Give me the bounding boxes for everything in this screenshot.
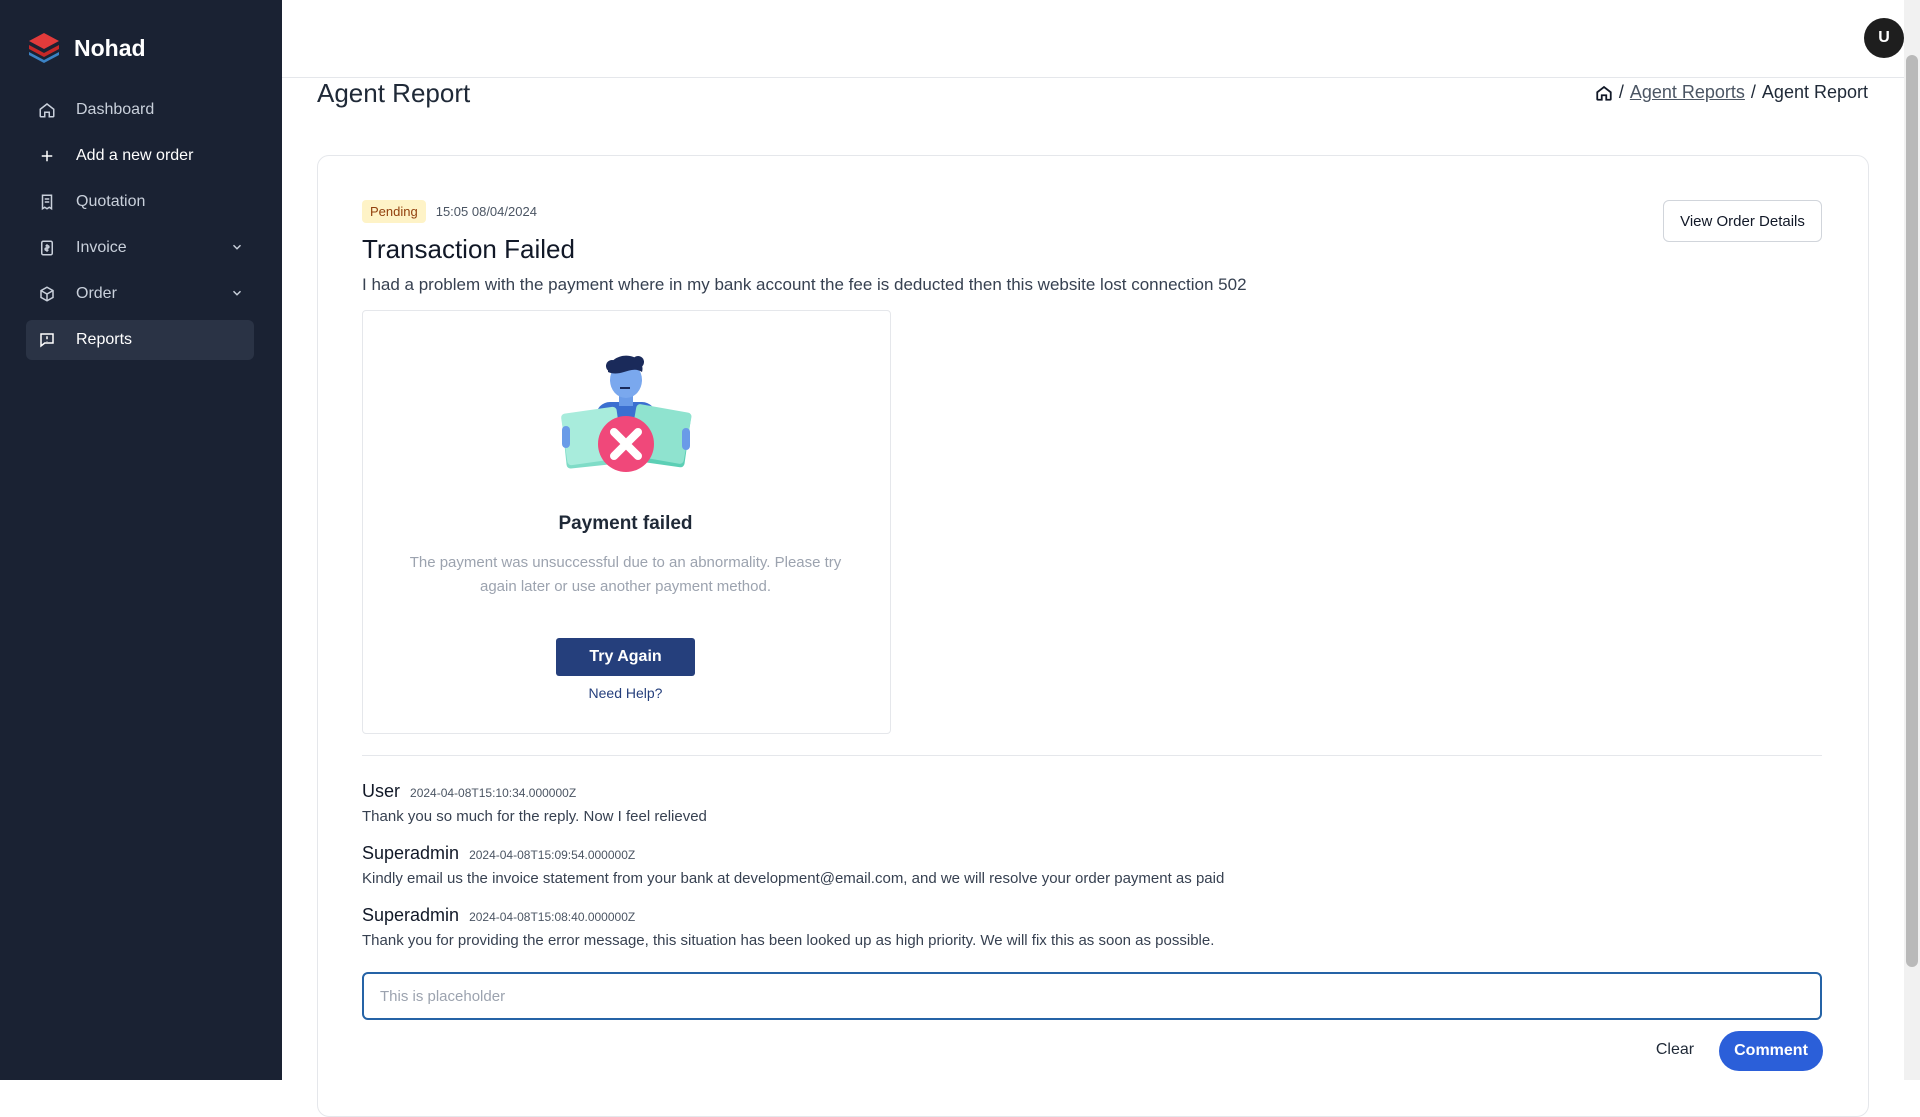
home-icon bbox=[38, 101, 56, 119]
sidebar-item-label: Quotation bbox=[76, 193, 146, 210]
comment-input[interactable] bbox=[362, 972, 1822, 1020]
scrollbar-thumb[interactable] bbox=[1906, 55, 1918, 967]
view-order-details-button[interactable]: View Order Details bbox=[1663, 200, 1822, 242]
breadcrumb-separator: / bbox=[1618, 82, 1624, 102]
payment-failed-title: Payment failed bbox=[558, 513, 693, 534]
comment-submit-button[interactable]: Comment bbox=[1719, 1031, 1823, 1071]
sidebar-item-label: Invoice bbox=[76, 239, 127, 256]
payment-failed-description: The payment was unsuccessful due to an a… bbox=[409, 554, 842, 595]
sidebar: Nohad Dashboard Add a new order Quotatio… bbox=[0, 0, 282, 1080]
sidebar-nav: Dashboard Add a new order Quotation Invo… bbox=[26, 90, 254, 366]
sidebar-item-label: Add a new order bbox=[76, 147, 194, 164]
breadcrumb: / Agent Reports / Agent Report bbox=[1595, 82, 1868, 103]
report-timestamp: 15:05 08/04/2024 bbox=[435, 204, 537, 219]
home-icon[interactable] bbox=[1595, 84, 1613, 102]
plus-icon bbox=[38, 147, 56, 165]
comment-author: User bbox=[362, 781, 401, 801]
sidebar-item-label: Dashboard bbox=[76, 101, 155, 118]
breadcrumb-link-agent-reports[interactable]: Agent Reports bbox=[1630, 82, 1745, 103]
sidebar-item-label: Order bbox=[76, 285, 117, 302]
status-row: Pending 15:05 08/04/2024 bbox=[362, 200, 537, 223]
comment-timestamp: 2024-04-08T15:08:40.000000Z bbox=[469, 910, 636, 924]
avatar[interactable]: U bbox=[1864, 18, 1904, 58]
breadcrumb-separator: / bbox=[1750, 82, 1756, 102]
brand-name: Nohad bbox=[74, 34, 146, 61]
report-description: I had a problem with the payment where i… bbox=[362, 275, 1247, 294]
logo-icon bbox=[29, 33, 59, 63]
comment-timestamp: 2024-04-08T15:10:34.000000Z bbox=[410, 786, 577, 800]
sidebar-item-label: Reports bbox=[76, 331, 133, 348]
message-icon bbox=[38, 331, 56, 349]
page-title: Agent Report bbox=[317, 78, 471, 108]
package-icon bbox=[38, 285, 56, 303]
comment-timestamp: 2024-04-08T15:09:54.000000Z bbox=[469, 848, 636, 862]
invoice-icon bbox=[38, 239, 56, 257]
comment-text: Kindly email us the invoice statement fr… bbox=[362, 870, 1225, 887]
comment-item: Superadmin 2024-04-08T15:09:54.000000Z K… bbox=[362, 843, 1224, 887]
chevron-down-icon[interactable] bbox=[230, 240, 244, 254]
receipt-icon bbox=[38, 193, 56, 211]
comment-text: Thank you so much for the reply. Now I f… bbox=[362, 808, 707, 825]
comment-item: User 2024-04-08T15:10:34.000000Z Thank y… bbox=[362, 781, 707, 825]
need-help-link[interactable]: Need Help? bbox=[362, 685, 889, 701]
breadcrumb-current: Agent Report bbox=[1761, 82, 1868, 102]
payment-failed-illustration bbox=[561, 355, 692, 472]
brand[interactable]: Nohad bbox=[26, 30, 146, 66]
sidebar-item-add-order[interactable]: Add a new order bbox=[26, 136, 254, 176]
sidebar-item-reports[interactable]: Reports bbox=[26, 320, 254, 360]
try-again-button[interactable]: Try Again bbox=[556, 638, 695, 676]
comment-item: Superadmin 2024-04-08T15:08:40.000000Z T… bbox=[362, 905, 1214, 949]
sidebar-item-order[interactable]: Order bbox=[26, 274, 254, 314]
sidebar-item-dashboard[interactable]: Dashboard bbox=[26, 90, 254, 130]
comment-author: Superadmin bbox=[362, 905, 460, 925]
sidebar-item-invoice[interactable]: Invoice bbox=[26, 228, 254, 268]
divider bbox=[362, 755, 1822, 756]
top-bar: U bbox=[282, 0, 1904, 78]
comment-author: Superadmin bbox=[362, 843, 460, 863]
status-badge: Pending bbox=[362, 200, 426, 223]
comment-text: Thank you for providing the error messag… bbox=[362, 932, 1215, 949]
clear-button[interactable]: Clear bbox=[1640, 1030, 1710, 1070]
report-title: Transaction Failed bbox=[362, 234, 575, 264]
chevron-down-icon[interactable] bbox=[230, 286, 244, 300]
sidebar-item-quotation[interactable]: Quotation bbox=[26, 182, 254, 222]
